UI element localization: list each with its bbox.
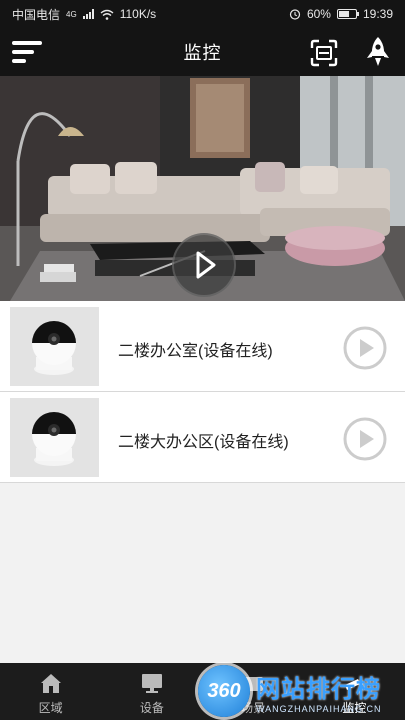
dome-camera-icon <box>32 412 76 466</box>
battery-icon <box>336 9 359 19</box>
device-play-icon[interactable] <box>343 417 387 461</box>
camera-preview[interactable] <box>0 76 405 301</box>
device-thumbnail <box>10 398 99 477</box>
tab-bar: 区域 设备 场景 监控 <box>0 663 405 720</box>
page-title: 监控 <box>183 43 222 63</box>
carrier-label: 中国电信 <box>12 7 61 22</box>
network-speed: 110K/s <box>119 7 157 21</box>
device-thumbnail <box>10 307 99 386</box>
nav-bar: 监控 <box>0 28 405 76</box>
preview-play-button[interactable] <box>172 233 236 297</box>
scene-icon <box>243 677 264 691</box>
clock: 19:39 <box>362 7 393 21</box>
status-right: 60% 19:39 <box>289 7 393 21</box>
tab-scene[interactable]: 场景 <box>203 663 304 720</box>
alarm-icon <box>289 9 301 20</box>
battery-percent: 60% <box>306 7 331 21</box>
menu-button[interactable] <box>12 40 42 64</box>
tab-label: 场景 <box>241 701 266 715</box>
camera-icon <box>345 679 364 694</box>
tab-label: 监控 <box>342 701 367 715</box>
tab-monitor[interactable]: 监控 <box>304 663 405 720</box>
status-left: 中国电信 4G 110K/s <box>12 6 156 23</box>
device-list: 二楼办公室(设备在线) 二楼大办公区(设备在线) <box>0 301 405 483</box>
home-icon <box>40 674 61 693</box>
monitor-icon <box>141 674 162 693</box>
dome-camera-icon <box>32 321 76 375</box>
signal-icon <box>82 9 94 19</box>
wifi-icon <box>100 9 114 20</box>
play-icon <box>196 251 216 279</box>
device-name: 二楼办公室(设备在线) <box>118 343 273 360</box>
network-type: 4G <box>66 9 77 19</box>
device-row-2[interactable]: 二楼大办公区(设备在线) <box>0 392 405 483</box>
device-name: 二楼大办公区(设备在线) <box>118 434 289 451</box>
device-play-icon[interactable] <box>343 326 387 370</box>
status-bar: 中国电信 4G 110K/s 60% 19:39 <box>0 0 405 28</box>
scan-icon[interactable] <box>310 39 338 67</box>
device-row-1[interactable]: 二楼办公室(设备在线) <box>0 301 405 392</box>
tab-area[interactable]: 区域 <box>0 663 101 720</box>
tab-devices[interactable]: 设备 <box>101 663 202 720</box>
tab-label: 设备 <box>139 701 164 715</box>
battery-fill <box>338 11 349 17</box>
tab-label: 区域 <box>38 701 63 715</box>
rocket-icon[interactable] <box>365 36 391 68</box>
